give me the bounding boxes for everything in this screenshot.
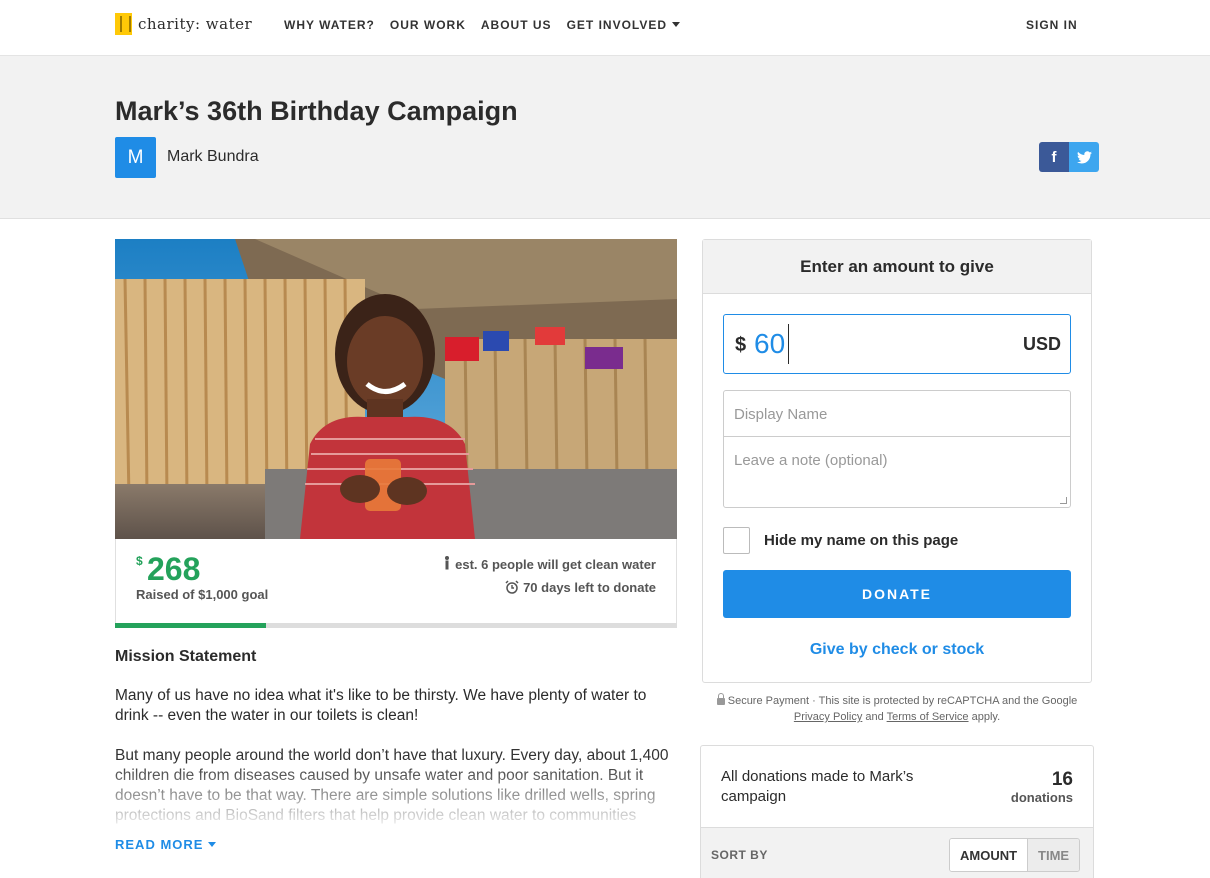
days-left: 70 days left to donate (505, 580, 656, 595)
text-cursor (788, 324, 789, 364)
hide-name-checkbox[interactable] (723, 527, 750, 554)
page-title: Mark’s 36th Birthday Campaign (115, 96, 518, 126)
facebook-share-button[interactable]: f (1039, 142, 1069, 172)
facebook-icon: f (1051, 148, 1057, 166)
sign-in-link[interactable]: SIGN IN (1026, 18, 1078, 32)
campaign-header: Mark’s 36th Birthday Campaign M Mark Bun… (0, 56, 1210, 219)
lock-icon (716, 693, 725, 705)
charity-water-logo[interactable]: charity: water (115, 13, 252, 35)
avatar[interactable]: M (115, 137, 156, 178)
sort-amount-button[interactable]: AMOUNT (950, 839, 1029, 871)
nav-link-our-work[interactable]: OUR WORK (390, 18, 466, 32)
twitter-share-button[interactable] (1069, 142, 1099, 172)
donate-heading: Enter an amount to give (703, 240, 1091, 294)
mission-paragraph-1: Many of us have no idea what it's like t… (115, 687, 647, 724)
impact-text: est. 6 people will get clean water (455, 557, 656, 572)
chevron-down-icon (672, 22, 681, 27)
hide-name-label[interactable]: Hide my name on this page (764, 532, 958, 549)
donations-count-label: donations (1010, 790, 1073, 805)
note-field[interactable]: Leave a note (optional) (723, 436, 1071, 508)
owner-name[interactable]: Mark Bundra (167, 148, 259, 166)
amount-currency-symbol: $ (735, 334, 747, 356)
sort-time-button[interactable]: TIME (1028, 839, 1080, 871)
campaign-stats: $ 268 Raised of $1,000 goal est. 6 peopl… (115, 539, 677, 625)
note-placeholder: Leave a note (optional) (734, 452, 888, 469)
get-involved-label: GET INVOLVED (566, 18, 668, 32)
chevron-down-icon (208, 842, 217, 847)
progress-fill (115, 623, 266, 628)
donations-panel: All donations made to Mark’s campaign 16… (700, 745, 1094, 878)
logo-text: charity: water (138, 15, 253, 33)
raised-amount: 268 (147, 551, 201, 587)
alarm-clock-icon (505, 580, 519, 594)
impact-estimate: est. 6 people will get clean water (443, 556, 656, 572)
resize-handle-icon[interactable] (1060, 497, 1067, 504)
donate-button[interactable]: DONATE (723, 570, 1071, 618)
jerry-can-icon (115, 13, 132, 35)
sort-label: SORT BY (711, 848, 768, 862)
text-fade (115, 762, 675, 826)
nav-links: WHY WATER? OUR WORK ABOUT US GET INVOLVE… (284, 18, 695, 32)
top-nav: charity: water WHY WATER? OUR WORK ABOUT… (0, 0, 1210, 56)
sort-toggle: AMOUNT TIME (949, 838, 1081, 872)
days-left-text: 70 days left to donate (523, 580, 656, 595)
nav-link-about-us[interactable]: ABOUT US (481, 18, 552, 32)
secure-apply: apply. (971, 711, 1001, 723)
donations-title: All donations made to Mark’s campaign (721, 768, 914, 805)
read-more-link[interactable]: READ MORE (115, 837, 217, 852)
read-more-label: READ MORE (115, 837, 204, 852)
secure-text: Secure Payment · This site is protected … (727, 695, 1078, 707)
share-buttons: f (1039, 142, 1099, 172)
secure-payment-note: Secure Payment · This site is protected … (702, 693, 1092, 725)
donate-panel: Enter an amount to give $ 60 USD Display… (702, 239, 1092, 683)
raised-goal: Raised of $1,000 goal (136, 587, 269, 602)
donations-count: 16 (1051, 769, 1073, 790)
raised-currency: $ (136, 554, 143, 568)
campaign-photo (115, 239, 677, 539)
give-by-check-link[interactable]: Give by check or stock (703, 641, 1091, 659)
secure-and: and (865, 711, 884, 723)
person-icon (445, 556, 450, 570)
nav-link-get-involved[interactable]: GET INVOLVED (566, 18, 681, 32)
display-name-field[interactable]: Display Name (723, 390, 1071, 437)
currency-code: USD (1022, 334, 1061, 354)
sort-bar: SORT BY AMOUNT TIME (701, 827, 1093, 878)
mission-paragraph-2-wrap: But many people around the world don’t h… (115, 746, 675, 826)
terms-of-service-link[interactable]: Terms of Service (887, 711, 969, 723)
twitter-icon (1076, 150, 1092, 163)
progress-bar (115, 623, 677, 628)
mission-heading: Mission Statement (115, 648, 257, 665)
amount-input[interactable]: $ 60 USD (723, 314, 1071, 374)
amount-value: 60 (754, 328, 786, 359)
nav-link-why-water[interactable]: WHY WATER? (284, 18, 375, 32)
privacy-policy-link[interactable]: Privacy Policy (794, 711, 862, 723)
